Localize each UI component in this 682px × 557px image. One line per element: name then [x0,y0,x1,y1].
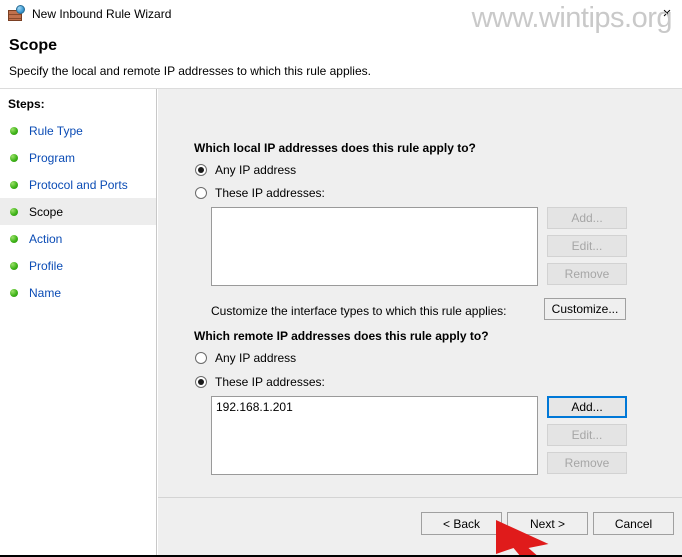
step-bullet-icon [10,180,18,189]
page-subtitle: Specify the local and remote IP addresse… [9,64,371,78]
page-title: Scope [9,37,58,54]
sidebar-item-action[interactable]: Action [0,225,156,252]
step-bullet-icon [10,234,18,243]
remote-add-button[interactable]: Add... [547,396,627,418]
radio-indicator-icon [195,376,207,388]
cancel-button[interactable]: Cancel [593,512,674,535]
title-bar: New Inbound Rule Wizard × [0,0,682,27]
radio-indicator-icon [195,164,207,176]
radio-label: These IP addresses: [215,375,325,389]
sidebar-item-label: Action [29,231,63,246]
step-bullet-icon [10,261,18,270]
sidebar-item-name[interactable]: Name [0,279,156,306]
back-button[interactable]: < Back [421,512,502,535]
steps-list: Rule Type Program Protocol and Ports Sco… [0,117,156,306]
local-add-button[interactable]: Add... [547,207,627,229]
remote-ip-question: Which remote IP addresses does this rule… [194,329,489,343]
sidebar-item-label: Protocol and Ports [29,177,128,192]
sidebar-item-label: Program [29,150,76,165]
local-ip-listbox[interactable] [211,207,538,286]
remote-ip-listbox[interactable]: 192.168.1.201 [211,396,538,475]
wizard-footer: < Back Next > Cancel [158,498,682,555]
body-area: Steps: Rule Type Program Protocol and Po… [0,89,682,555]
local-remove-button[interactable]: Remove [547,263,627,285]
steps-sidebar: Steps: Rule Type Program Protocol and Po… [0,89,157,555]
sidebar-item-protocol-and-ports[interactable]: Protocol and Ports [0,171,156,198]
remote-these-ip-radio[interactable]: These IP addresses: [195,375,325,389]
window-title: New Inbound Rule Wizard [32,6,172,21]
step-bullet-icon [10,288,18,297]
list-item[interactable]: 192.168.1.201 [212,397,537,414]
sidebar-item-label: Rule Type [29,123,83,138]
sidebar-item-scope[interactable]: Scope [0,198,156,225]
step-bullet-icon [10,126,18,135]
sidebar-item-label: Name [29,285,62,300]
sidebar-item-label: Scope [29,204,64,219]
interface-types-label: Customize the interface types to which t… [211,304,507,318]
local-edit-button[interactable]: Edit... [547,235,627,257]
close-icon[interactable]: × [652,0,682,27]
step-bullet-icon [10,207,18,216]
next-button[interactable]: Next > [507,512,588,535]
sidebar-item-rule-type[interactable]: Rule Type [0,117,156,144]
sidebar-item-program[interactable]: Program [0,144,156,171]
new-inbound-rule-wizard-window: New Inbound Rule Wizard × www.wintips.or… [0,0,682,557]
customize-button[interactable]: Customize... [544,298,626,320]
local-any-ip-radio[interactable]: Any IP address [195,163,296,177]
page-header: Scope Specify the local and remote IP ad… [0,27,682,89]
remote-edit-button[interactable]: Edit... [547,424,627,446]
steps-label: Steps: [8,97,45,111]
sidebar-item-profile[interactable]: Profile [0,252,156,279]
firewall-globe-icon [7,4,25,23]
radio-label: Any IP address [215,351,297,365]
scope-content-panel: Which local IP addresses does this rule … [158,89,682,555]
local-these-ip-radio[interactable]: These IP addresses: [195,186,325,200]
radio-indicator-icon [195,352,207,364]
remote-remove-button[interactable]: Remove [547,452,627,474]
local-ip-question: Which local IP addresses does this rule … [194,141,476,155]
radio-label: These IP addresses: [215,186,325,200]
step-bullet-icon [10,153,18,162]
remote-any-ip-radio[interactable]: Any IP address [195,351,296,365]
radio-label: Any IP address [215,163,297,177]
sidebar-item-label: Profile [29,258,64,273]
radio-indicator-icon [195,187,207,199]
